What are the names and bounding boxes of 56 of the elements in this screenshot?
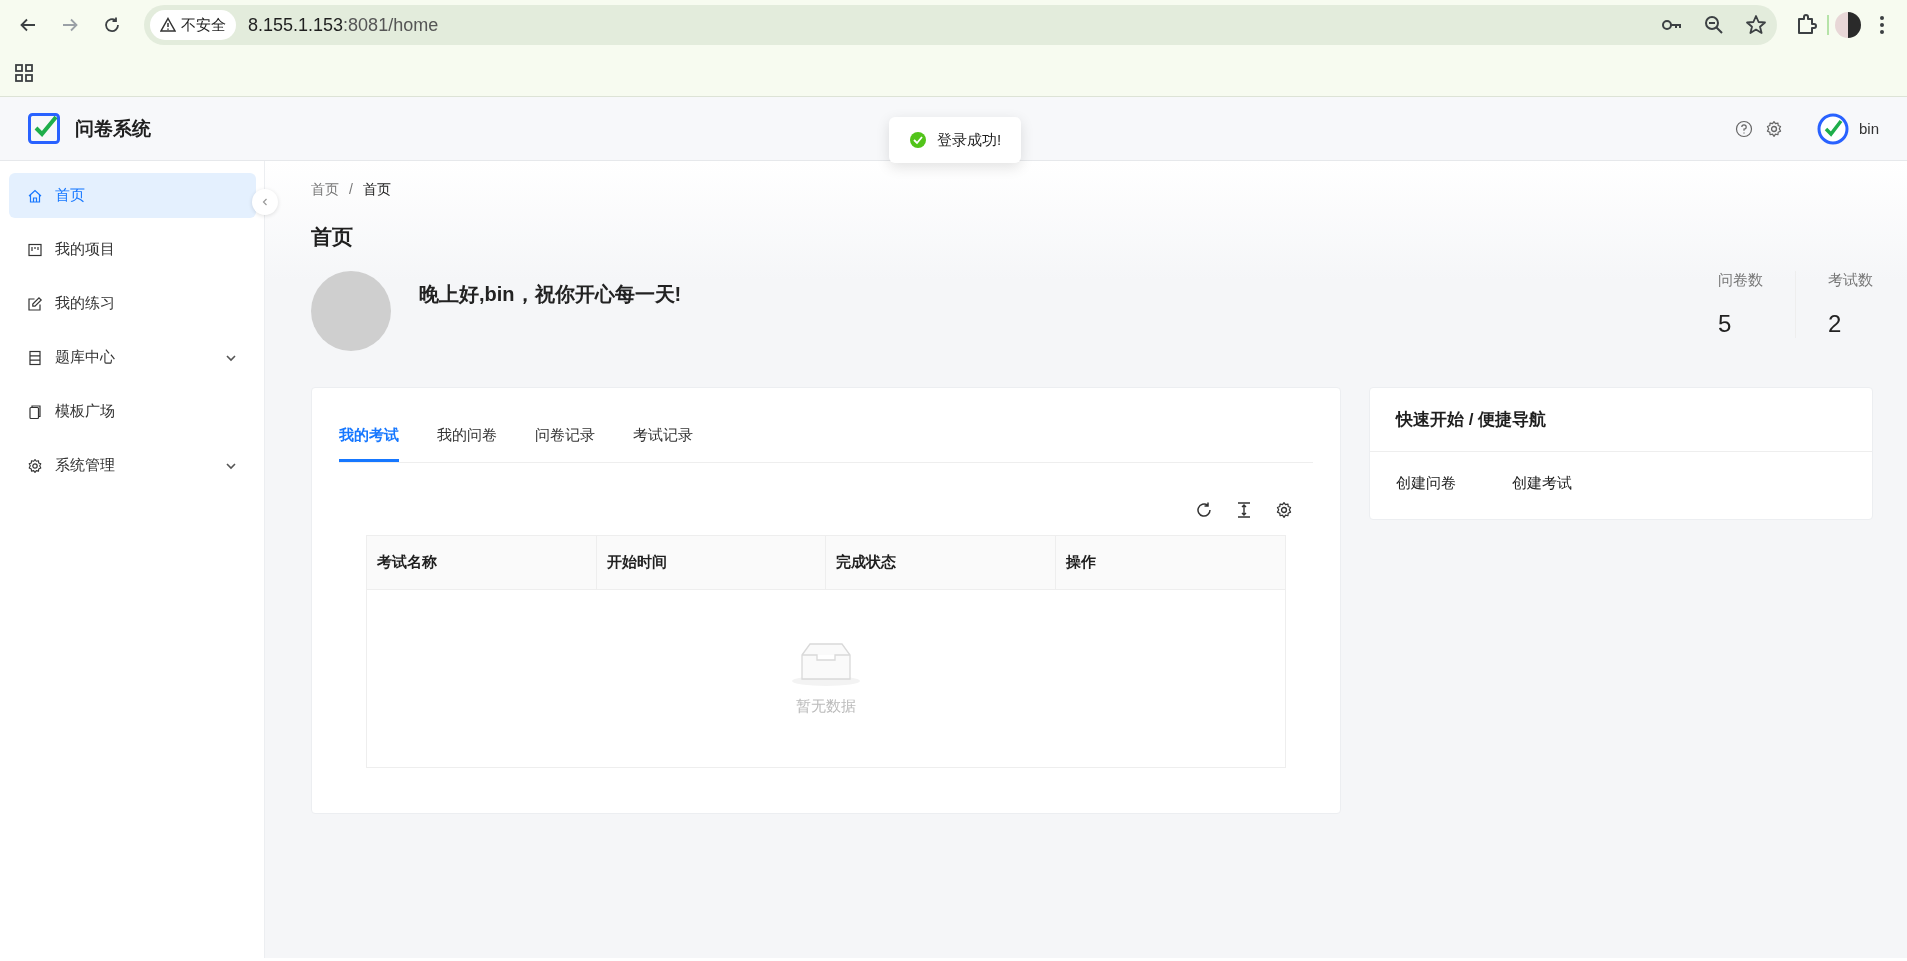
row-height-icon[interactable]: [1235, 501, 1253, 519]
stat-label: 问卷数: [1718, 271, 1763, 290]
profile-avatar[interactable]: [1835, 12, 1861, 38]
tab[interactable]: 考试记录: [633, 414, 693, 462]
page-title: 首页: [311, 224, 354, 250]
breadcrumb-separator: /: [349, 181, 353, 199]
board-icon: [27, 241, 43, 258]
home-icon: [27, 187, 43, 204]
empty-text: 暂无数据: [796, 697, 856, 716]
url-text: 8.155.1.153:8081/home: [248, 14, 439, 36]
card-title: 快速开始 / 便捷导航: [1370, 388, 1872, 452]
refresh-icon[interactable]: [1195, 501, 1213, 519]
sidebar-item[interactable]: 我的练习: [9, 281, 256, 326]
sidebar-item[interactable]: 题库中心: [9, 335, 256, 380]
tab[interactable]: 我的考试: [339, 414, 399, 462]
sidebar-item[interactable]: 首页: [9, 173, 256, 218]
sidebar-item[interactable]: 我的项目: [9, 227, 256, 272]
warning-icon: [160, 17, 176, 33]
empty-inbox-icon: [791, 641, 861, 687]
settings-icon: [27, 457, 43, 474]
user-name[interactable]: bin: [1858, 120, 1879, 137]
stat-value: 2: [1828, 310, 1843, 338]
quick-link[interactable]: 创建问卷: [1396, 474, 1456, 493]
settings-icon[interactable]: [1275, 501, 1293, 519]
stat-label: 考试数: [1828, 271, 1873, 290]
toast-message: 登录成功!: [937, 130, 1002, 150]
column-header: 操作: [1064, 552, 1097, 572]
copy-icon: [27, 403, 43, 420]
tab[interactable]: 我的问卷: [437, 414, 497, 462]
tab[interactable]: 问卷记录: [535, 414, 595, 462]
breadcrumb-item: 首页: [362, 181, 391, 199]
user-avatar-icon[interactable]: [1816, 112, 1849, 145]
app-name: 问卷系统: [75, 116, 151, 141]
column-header: 完成状态: [826, 536, 1056, 589]
edit-icon: [27, 295, 43, 312]
sidebar-item[interactable]: 系统管理: [9, 443, 256, 488]
sidebar-item[interactable]: 模板广场: [9, 389, 256, 434]
address-bar[interactable]: 不安全 8.155.1.153:8081/home: [144, 5, 1777, 45]
chevron-left-icon: [260, 197, 270, 207]
forward-arrow-icon: [61, 16, 79, 34]
success-check-icon: [909, 131, 927, 149]
security-label: 不安全: [181, 15, 226, 35]
security-chip[interactable]: 不安全: [150, 10, 236, 40]
list-icon: [27, 349, 43, 366]
breadcrumb-item[interactable]: 首页: [311, 181, 339, 199]
stat-value: 5: [1718, 310, 1733, 338]
quick-link[interactable]: 创建考试: [1512, 474, 1572, 493]
checkbox-logo-icon: [28, 113, 61, 144]
column-header: 开始时间: [596, 536, 826, 589]
back-arrow-icon: [19, 16, 37, 34]
apps-grid-icon[interactable]: [14, 63, 34, 83]
reload-icon: [103, 16, 121, 34]
greeting-text: 晚上好,bin，祝你开心每一天!: [419, 282, 682, 307]
settings-icon[interactable]: [1764, 119, 1783, 138]
help-icon[interactable]: [1734, 119, 1753, 138]
column-header: 考试名称: [367, 536, 597, 589]
